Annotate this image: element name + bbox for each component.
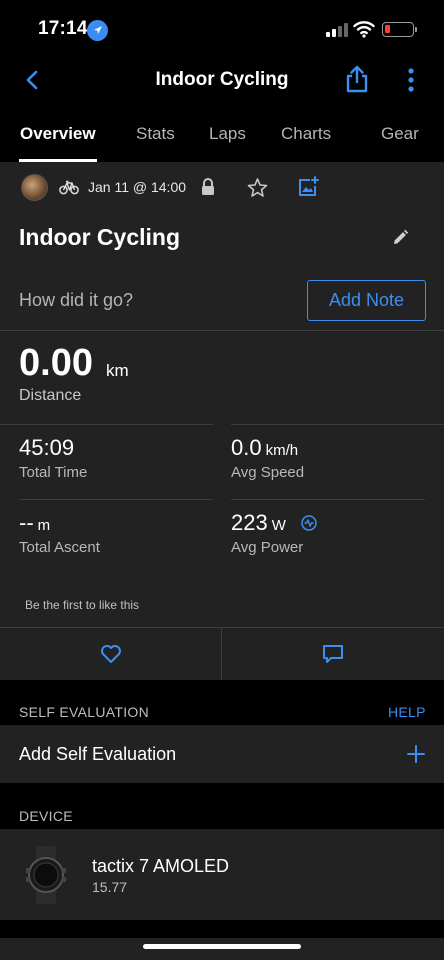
device-row[interactable]: tactix 7 AMOLED 15.77 [0, 829, 444, 920]
nav-bar: Indoor Cycling [0, 56, 444, 106]
stat-label-avg-speed: Avg Speed [231, 464, 305, 481]
add-self-evaluation-label: Add Self Evaluation [19, 744, 177, 764]
wifi-icon [353, 20, 375, 38]
more-options-button[interactable] [400, 66, 422, 94]
tab-charts[interactable]: Charts [281, 124, 331, 144]
activity-title: Indoor Cycling [19, 224, 180, 250]
home-indicator[interactable] [143, 944, 301, 949]
battery-icon [382, 22, 414, 37]
share-button[interactable] [343, 64, 371, 94]
tab-bar: Overview Stats Laps Charts Gear [0, 112, 444, 162]
activity-date: Jan 11 @ 14:00 [88, 179, 187, 195]
power-meter-icon[interactable] [301, 515, 317, 531]
tab-stats[interactable]: Stats [136, 124, 175, 144]
distance-label: Distance [19, 387, 82, 404]
more-vertical-icon [408, 68, 414, 92]
stat-label-total-ascent: Total Ascent [19, 539, 100, 556]
add-self-evaluation-row[interactable]: Add Self Evaluation [0, 725, 444, 783]
heart-icon [100, 645, 121, 663]
stat-value-avg-power: 223 W [231, 510, 286, 535]
page-title: Indoor Cycling [155, 69, 289, 90]
comment-icon [322, 645, 343, 663]
stat-value-avg-speed: 0.0 km/h [231, 435, 299, 460]
activity-meta-row: Jan 11 @ 14:00 [0, 162, 444, 214]
avatar[interactable] [21, 174, 48, 201]
stat-value-total-ascent: -- m [19, 510, 51, 535]
device-version: 15.77 [92, 879, 128, 895]
distance-value: 0.00 [19, 342, 93, 384]
add-note-button[interactable]: Add Note [307, 280, 426, 321]
device-header: DEVICE [19, 808, 73, 824]
distance-unit: km [106, 361, 129, 380]
tab-overview[interactable]: Overview [20, 124, 96, 144]
tab-gear[interactable]: Gear [381, 124, 419, 144]
bike-icon [59, 179, 79, 195]
comment-button[interactable] [222, 628, 443, 680]
like-prompt: Be the first to like this [25, 598, 140, 612]
like-button[interactable] [0, 628, 221, 680]
note-prompt: How did it go? [19, 290, 134, 310]
help-link[interactable]: HELP [388, 704, 426, 720]
signal-icon [326, 23, 348, 37]
social-action-row [0, 627, 444, 680]
location-arrow-icon [87, 20, 108, 41]
tab-laps[interactable]: Laps [209, 124, 246, 144]
next-section-card [0, 938, 444, 960]
share-icon [346, 65, 368, 93]
stat-label-total-time: Total Time [19, 464, 88, 481]
status-bar: 17:14 [0, 0, 444, 56]
add-photo-icon[interactable] [297, 176, 319, 198]
activity-card: Jan 11 @ 14:00 Indoor Cycling How did it… [0, 162, 444, 680]
plus-icon[interactable] [407, 745, 425, 763]
stat-label-avg-power: Avg Power [231, 539, 304, 556]
star-icon[interactable] [247, 177, 268, 198]
self-evaluation-header: SELF EVALUATION [19, 704, 150, 720]
edit-pencil-icon[interactable] [391, 229, 409, 247]
stat-value-total-time: 45:09 [19, 435, 75, 460]
watch-image [24, 846, 68, 904]
lock-icon[interactable] [199, 177, 217, 197]
device-name: tactix 7 AMOLED [92, 856, 230, 876]
status-time: 17:14 [38, 18, 88, 39]
